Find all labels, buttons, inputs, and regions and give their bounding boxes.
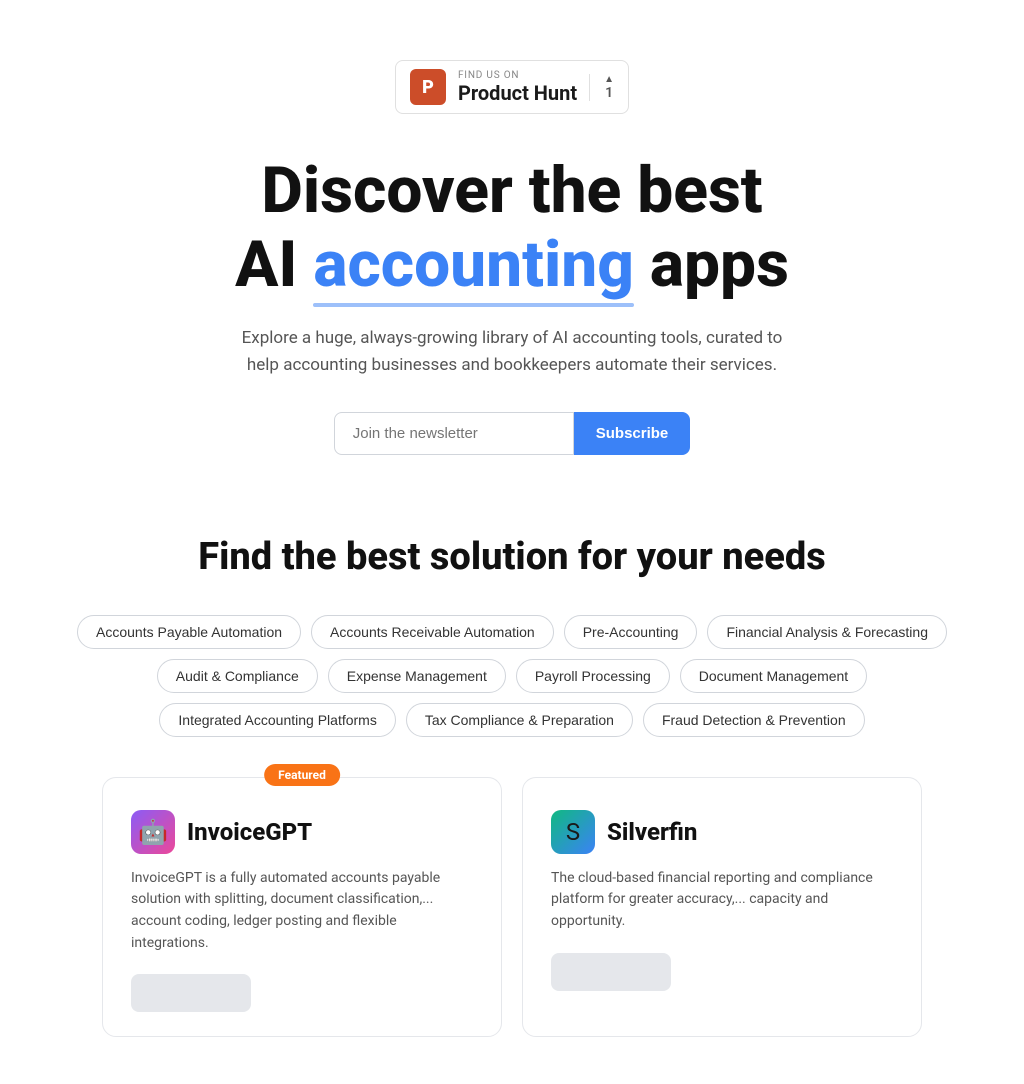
newsletter-row: Subscribe — [0, 412, 1024, 455]
hero-line2: AI accounting apps — [235, 227, 789, 302]
card-header: 🤖 InvoiceGPT — [131, 810, 473, 854]
card-icon: S — [551, 810, 595, 854]
ph-find-us-label: FIND US ON — [458, 70, 577, 81]
solution-tag[interactable]: Expense Management — [328, 659, 506, 693]
card-header: S Silverfin — [551, 810, 893, 854]
solution-tag[interactable]: Fraud Detection & Prevention — [643, 703, 865, 737]
card-name: InvoiceGPT — [187, 818, 312, 846]
tags-container: Accounts Payable Automation Accounts Rece… — [40, 615, 984, 737]
solution-tag[interactable]: Document Management — [680, 659, 867, 693]
ph-vote-count: 1 — [605, 85, 613, 101]
solution-tag[interactable]: Accounts Payable Automation — [77, 615, 301, 649]
product-card-silverfin: S Silverfin The cloud-based financial re… — [522, 777, 922, 1038]
ph-name-label: Product Hunt — [458, 81, 577, 105]
newsletter-input[interactable] — [334, 412, 574, 455]
hero-accent-word: accounting — [313, 228, 634, 302]
card-action-placeholder — [551, 953, 671, 991]
card-name: Silverfin — [607, 818, 697, 846]
hero-ai-prefix: AI — [235, 227, 313, 302]
card-icon: 🤖 — [131, 810, 175, 854]
card-description: The cloud-based financial reporting and … — [551, 868, 893, 933]
solution-tag[interactable]: Payroll Processing — [516, 659, 670, 693]
product-hunt-badge[interactable]: P FIND US ON Product Hunt ▲ 1 — [395, 60, 629, 114]
ph-vote-section[interactable]: ▲ 1 — [589, 74, 614, 101]
card-action-placeholder — [131, 974, 251, 1012]
solution-tag[interactable]: Integrated Accounting Platforms — [159, 703, 395, 737]
subscribe-button[interactable]: Subscribe — [574, 412, 691, 455]
solution-tag[interactable]: Financial Analysis & Forecasting — [707, 615, 947, 649]
card-description: InvoiceGPT is a fully automated accounts… — [131, 868, 473, 955]
hero-section: Discover the best AI accounting apps Exp… — [0, 154, 1024, 380]
product-card-invoicegpt: Featured 🤖 InvoiceGPT InvoiceGPT is a fu… — [102, 777, 502, 1038]
solutions-title: Find the best solution for your needs — [40, 535, 984, 579]
solutions-section: Find the best solution for your needs Ac… — [0, 535, 1024, 737]
solution-tag[interactable]: Pre-Accounting — [564, 615, 698, 649]
ph-icon: P — [410, 69, 446, 105]
ph-upvote-arrow: ▲ — [604, 74, 614, 85]
hero-title: Discover the best AI accounting apps — [100, 154, 924, 301]
hero-line1: Discover the best — [261, 153, 762, 228]
featured-badge: Featured — [264, 764, 340, 786]
hero-subtitle: Explore a huge, always-growing library o… — [232, 325, 792, 379]
solution-tag[interactable]: Audit & Compliance — [157, 659, 318, 693]
ph-text: FIND US ON Product Hunt — [458, 70, 577, 105]
solution-tag[interactable]: Tax Compliance & Preparation — [406, 703, 633, 737]
cards-section: Featured 🤖 InvoiceGPT InvoiceGPT is a fu… — [0, 777, 1024, 1038]
hero-apps-suffix: apps — [634, 227, 789, 302]
solution-tag[interactable]: Accounts Receivable Automation — [311, 615, 554, 649]
